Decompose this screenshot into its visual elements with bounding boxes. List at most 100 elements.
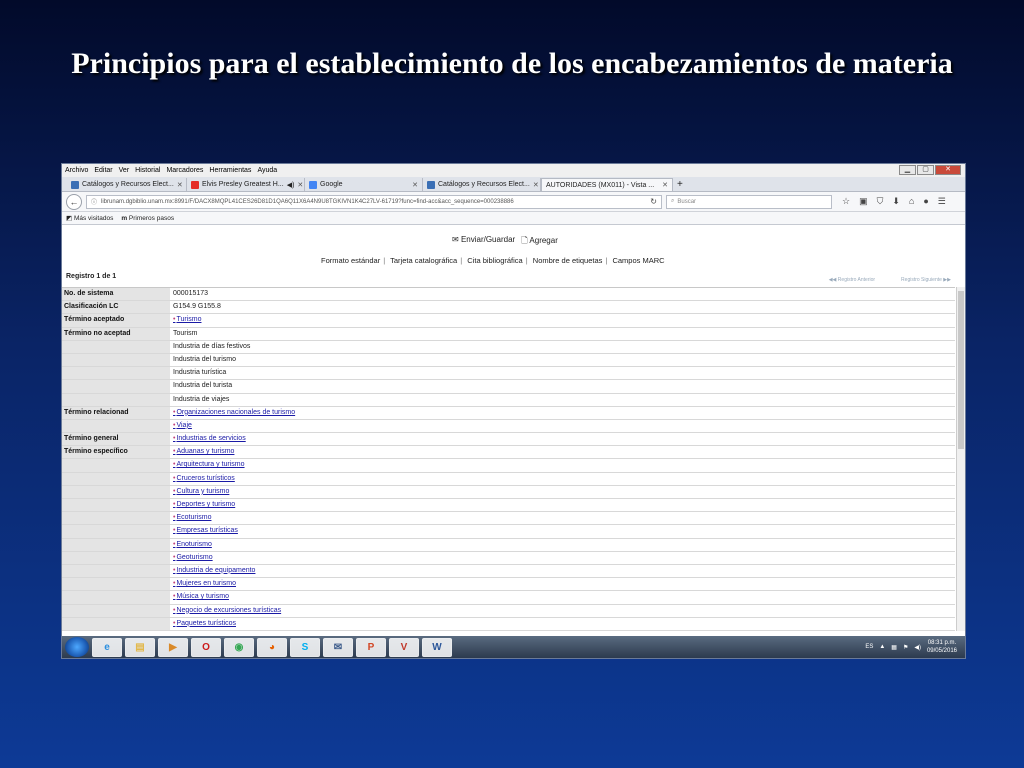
- field-value-link[interactable]: Enoturismo: [170, 539, 955, 551]
- field-value-link[interactable]: Cultura y turismo: [170, 486, 955, 498]
- search-input[interactable]: ⌕ Buscar: [666, 194, 832, 209]
- field-value-link[interactable]: Ecoturismo: [170, 512, 955, 524]
- back-icon[interactable]: ←: [66, 193, 82, 210]
- field-value-link[interactable]: Deportes y turismo: [170, 499, 955, 511]
- clipboard-icon[interactable]: ▣: [859, 196, 868, 207]
- menu-icon[interactable]: ☰: [938, 196, 946, 207]
- menu-item[interactable]: Herramientas: [209, 167, 251, 174]
- download-icon[interactable]: ⬇: [892, 196, 900, 207]
- format-standard-link[interactable]: Formato estándar: [321, 256, 380, 265]
- field-value-link[interactable]: Geoturismo: [170, 552, 955, 564]
- close-icon[interactable]: ✕: [935, 165, 961, 175]
- firefox-icon[interactable]: ◕: [257, 637, 287, 657]
- field-value-link[interactable]: Organizaciones nacionales de turismo: [170, 407, 955, 419]
- windows-taskbar: e ▤ ▶ O ◉ ◕ S ✉ P V W ES ▲ ▦ ⚑ ◀) 08:31 p.m. 09/05…: [62, 636, 965, 658]
- field-value-link[interactable]: Negocio de excursiones turísticas: [170, 605, 955, 617]
- field-value-link[interactable]: Aduanas y turismo: [170, 446, 955, 458]
- close-tab-icon[interactable]: ✕: [662, 181, 668, 189]
- field-value-link[interactable]: Viaje: [170, 420, 955, 432]
- format-tags-link[interactable]: Nombre de etiquetas: [533, 256, 603, 265]
- tray-arrow-icon[interactable]: ▲: [879, 644, 885, 650]
- field-value-link[interactable]: Arquitectura y turismo: [170, 459, 955, 471]
- menu-item[interactable]: Marcadores: [166, 167, 203, 174]
- menu-item[interactable]: Archivo: [65, 167, 88, 174]
- close-tab-icon[interactable]: ✕: [297, 181, 303, 189]
- field-value-link[interactable]: Paquetes turísticos: [170, 618, 955, 630]
- format-marc-link[interactable]: Campos MARC: [612, 256, 664, 265]
- add-link[interactable]: 🗋 Agregar: [521, 235, 558, 249]
- tab[interactable]: Elvis Presley Greatest H... ◀) ✕: [187, 178, 305, 191]
- tab[interactable]: Catálogos y Recursos Elect... ✕: [423, 178, 541, 191]
- tab[interactable]: Google ✕: [305, 178, 423, 191]
- maximize-icon[interactable]: ▢: [917, 165, 934, 175]
- field-value-link[interactable]: Música y turismo: [170, 591, 955, 603]
- powerpoint-icon[interactable]: P: [356, 637, 386, 657]
- field-value: 000015173: [173, 290, 209, 297]
- app-icon[interactable]: ✉: [323, 637, 353, 657]
- skype-icon[interactable]: S: [290, 637, 320, 657]
- start-button[interactable]: [65, 637, 89, 657]
- tab[interactable]: Catálogos y Recursos Elect... ✕: [67, 178, 187, 191]
- network-icon[interactable]: ▦: [891, 644, 897, 651]
- bookmark-label: Más visitados: [73, 215, 114, 222]
- clock[interactable]: 08:31 p.m. 09/05/2016: [927, 639, 957, 655]
- field-value-link[interactable]: Industria de equipamento: [170, 565, 955, 577]
- record-row: Negocio de excursiones turísticas: [62, 604, 955, 618]
- menu-item[interactable]: Ver: [119, 167, 130, 174]
- tab-label: AUTORIDADES (MX011) - Vista ...: [546, 181, 655, 189]
- chat-icon[interactable]: ●: [923, 196, 928, 207]
- v-app-icon[interactable]: V: [389, 637, 419, 657]
- tab-bar: Catálogos y Recursos Elect... ✕ Elvis Pr…: [62, 177, 965, 192]
- ie-icon[interactable]: e: [92, 637, 122, 657]
- flag-icon[interactable]: ⚑: [903, 644, 908, 651]
- tab-active[interactable]: AUTORIDADES (MX011) - Vista ... ✕: [541, 178, 673, 191]
- minimize-icon[interactable]: ▁: [899, 165, 916, 175]
- field-value-link[interactable]: Turismo: [170, 314, 955, 326]
- send-save-link[interactable]: ✉ Enviar/Guardar: [452, 235, 515, 249]
- bookmark-item[interactable]: m Primeros pasos: [121, 215, 174, 222]
- prev-record-link[interactable]: ◀◀ Registro Anterior: [829, 277, 875, 283]
- menu-item[interactable]: Editar: [94, 167, 112, 174]
- media-player-icon[interactable]: ▶: [158, 637, 188, 657]
- volume-icon[interactable]: ◀): [914, 644, 921, 651]
- record-navigation: ◀◀ Registro Anterior Registro Siguiente …: [829, 277, 951, 283]
- format-citation-link[interactable]: Cita bibliográfica: [467, 256, 522, 265]
- language-indicator[interactable]: ES: [865, 644, 873, 650]
- system-tray: ES ▲ ▦ ⚑ ◀) 08:31 p.m. 09/05/2016: [865, 639, 965, 655]
- field-value-link[interactable]: Empresas turísticas: [170, 525, 955, 537]
- folder-icon[interactable]: ▤: [125, 637, 155, 657]
- scrollbar-thumb[interactable]: [958, 291, 964, 449]
- home-icon[interactable]: ⌂: [909, 196, 914, 207]
- library-icon: [71, 180, 79, 189]
- url-bar[interactable]: ⓘ librunam.dgbiblio.unam.mx:8991/F/DACX8…: [86, 194, 662, 209]
- field-value-link[interactable]: Mujeres en turismo: [170, 578, 955, 590]
- opera-icon[interactable]: O: [191, 637, 221, 657]
- field-label: Término aceptado: [62, 314, 170, 327]
- field-value: Industria del turismo: [173, 355, 237, 363]
- chrome-icon[interactable]: ◉: [224, 637, 254, 657]
- star-icon[interactable]: ☆: [842, 196, 850, 207]
- close-tab-icon[interactable]: ✕: [533, 181, 539, 189]
- field-label: Término específico: [62, 446, 170, 459]
- field-value-link[interactable]: Cruceros turísticos: [170, 473, 955, 485]
- reload-icon[interactable]: ↻: [650, 197, 657, 206]
- close-tab-icon[interactable]: ✕: [177, 181, 183, 189]
- record-scrollbar[interactable]: [956, 287, 965, 631]
- format-card-link[interactable]: Tarjeta catalográfica: [390, 256, 457, 265]
- field-label: Clasificación LC: [62, 301, 170, 314]
- close-tab-icon[interactable]: ✕: [412, 181, 418, 189]
- bookmark-item[interactable]: ◩ Más visitados: [66, 214, 113, 222]
- next-record-link[interactable]: Registro Siguiente ▶▶: [901, 277, 951, 283]
- word-icon[interactable]: W: [422, 637, 452, 657]
- field-value: G154.9 G155.8: [173, 303, 221, 311]
- menu-item[interactable]: Historial: [135, 167, 160, 174]
- record-actions: ✉ Enviar/Guardar 🗋 Agregar: [452, 235, 558, 249]
- tab-label: Google: [320, 181, 343, 188]
- audio-icon[interactable]: ◀): [287, 181, 295, 189]
- pocket-icon[interactable]: ⛉: [877, 196, 884, 207]
- menu-item[interactable]: Ayuda: [257, 167, 277, 174]
- info-icon[interactable]: ⓘ: [91, 197, 97, 206]
- new-tab-icon[interactable]: +: [673, 178, 687, 191]
- next-label: Registro Siguiente: [901, 277, 942, 283]
- field-value-link[interactable]: Industrias de servicios: [170, 433, 955, 445]
